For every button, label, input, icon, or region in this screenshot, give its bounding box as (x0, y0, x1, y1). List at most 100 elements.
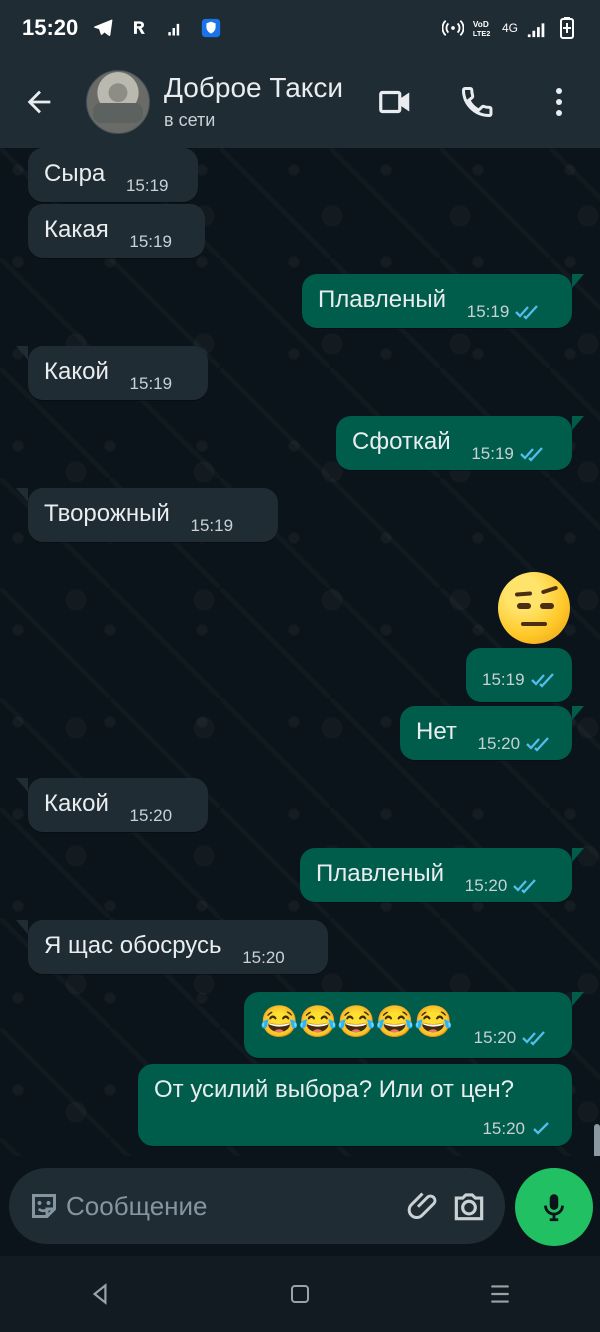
message-meta: 15:19 (471, 444, 548, 464)
back-button[interactable] (0, 56, 78, 148)
message-time: 15:20 (477, 734, 521, 754)
shield-icon (200, 17, 222, 39)
contact-status: в сети (164, 110, 216, 131)
network-label: 4G (501, 21, 518, 35)
message-time: 15:19 (190, 516, 234, 536)
double-check-icon (515, 305, 539, 320)
status-time: 15:20 (22, 15, 79, 40)
back-arrow-icon (27, 90, 51, 114)
message-bubble[interactable]: 😂😂😂😂😂 15:20 (244, 992, 584, 1058)
r-icon (128, 17, 150, 39)
message-bubble[interactable]: Творожный 15:19 (16, 488, 278, 542)
message-text: Сфоткай (352, 428, 451, 455)
status-left-icons (92, 17, 222, 39)
message-text: Я щас обосрусь (44, 932, 222, 959)
message-time: 15:20 (482, 1119, 525, 1139)
message-bubble[interactable]: Нет 15:20 (400, 706, 584, 760)
video-call-icon (379, 90, 410, 114)
raised-eyebrow-emoji (498, 572, 570, 644)
sticker-button[interactable] (21, 1179, 66, 1233)
recent-apps-icon (491, 1285, 509, 1303)
more-options-button[interactable] (518, 56, 600, 148)
chat-title: Доброе Такси (164, 71, 344, 103)
home-square-icon (291, 1285, 309, 1303)
more-options-icon (556, 88, 562, 116)
message-time: 15:19 (125, 176, 169, 196)
single-check-icon (533, 1122, 549, 1135)
message-bubble[interactable]: Какой 15:20 (16, 778, 208, 832)
message-meta: 15:20 (478, 734, 555, 754)
message-bubble[interactable]: Какая 15:19 (28, 204, 205, 258)
message-list[interactable]: Сыра 15:19 Какая 15:19 Плавленый 15:19 К… (0, 148, 600, 1156)
contact-info[interactable]: Доброе Такси в сети (164, 71, 344, 132)
double-check-icon (513, 879, 537, 894)
chat-actions (354, 56, 600, 148)
double-check-icon (520, 447, 543, 462)
message-meta: 15:19 (130, 374, 173, 394)
message-meta: 15:20 (474, 1028, 551, 1048)
double-check-icon (526, 737, 549, 752)
system-back-button[interactable] (65, 1269, 135, 1319)
message-time: 15:19 (129, 374, 173, 394)
volte-icon: VoD LTE2 (472, 17, 494, 39)
video-call-button[interactable] (354, 56, 436, 148)
message-bubble[interactable]: 15:19 (466, 648, 572, 702)
double-check-icon (530, 673, 554, 688)
battery-icon (556, 17, 578, 39)
signal-bars-icon (526, 17, 548, 39)
message-meta: 15:20 (482, 1119, 550, 1139)
phone-call-button[interactable] (436, 56, 518, 148)
message-time: 15:19 (129, 232, 172, 252)
message-meta: 15:20 (242, 948, 285, 968)
message-meta: 15:20 (130, 806, 173, 826)
scrollbar[interactable] (594, 1124, 600, 1156)
camera-icon (454, 1193, 483, 1221)
contact-avatar[interactable] (86, 70, 150, 134)
chat-header: Доброе Такси в сети (0, 56, 600, 148)
message-input[interactable] (66, 1181, 401, 1231)
message-time: 15:20 (129, 806, 173, 826)
phone-call-icon (461, 87, 493, 118)
system-home-button[interactable] (265, 1269, 335, 1319)
svg-text:VoD: VoD (473, 20, 489, 29)
recent-apps-button[interactable] (465, 1269, 535, 1319)
message-bubble[interactable]: Я щас обосрусь 15:20 (16, 920, 328, 974)
message-text: От усилий выбора? Или от цен? (154, 1076, 514, 1103)
status-right-icons: VoD LTE2 4G (441, 17, 578, 39)
attachment-icon (407, 1192, 436, 1219)
message-text: Плавленый (316, 860, 445, 887)
message-bubble[interactable]: От усилий выбора? Или от цен? 15:20 (138, 1064, 572, 1146)
message-meta: 15:19 (126, 176, 169, 196)
camera-button[interactable] (446, 1179, 491, 1233)
message-meta: 15:19 (467, 302, 544, 322)
message-time: 15:19 (466, 302, 510, 322)
double-check-icon (522, 1031, 546, 1046)
message-meta: 15:20 (465, 876, 542, 896)
attachment-button[interactable] (401, 1179, 446, 1233)
message-meta: 15:19 (191, 516, 234, 536)
message-bubble[interactable]: Сфоткай 15:19 (336, 416, 584, 470)
svg-text:LTE2: LTE2 (473, 29, 490, 38)
microphone-icon (544, 1194, 564, 1222)
message-time: 15:19 (471, 444, 514, 464)
message-text: Какой (44, 790, 109, 817)
message-text: Какой (44, 358, 109, 385)
message-text: Плавленый (318, 286, 447, 313)
message-bubble[interactable]: Сыра 15:19 (28, 148, 198, 202)
message-text: Какая (44, 216, 109, 243)
message-input-container[interactable] (9, 1168, 505, 1244)
message-time: 15:20 (464, 876, 508, 896)
sticker-icon (31, 1194, 56, 1218)
hotspot-icon (441, 17, 464, 39)
message-time: 15:20 (242, 948, 285, 968)
signal-icon (164, 17, 186, 39)
message-meta: 15:19 (482, 670, 559, 690)
microphone-button[interactable] (515, 1168, 593, 1246)
status-bar: 15:20 VoD LTE2 4G (0, 0, 600, 56)
message-bubble[interactable]: Плавленый 15:20 (300, 848, 584, 902)
message-bubble[interactable]: Плавленый 15:19 (302, 274, 584, 328)
message-time: 15:19 (482, 670, 525, 690)
message-time: 15:20 (473, 1028, 517, 1048)
message-bubble[interactable]: Какой 15:19 (16, 346, 208, 400)
laughing-emoji-row: 😂😂😂😂😂 (260, 1004, 453, 1039)
